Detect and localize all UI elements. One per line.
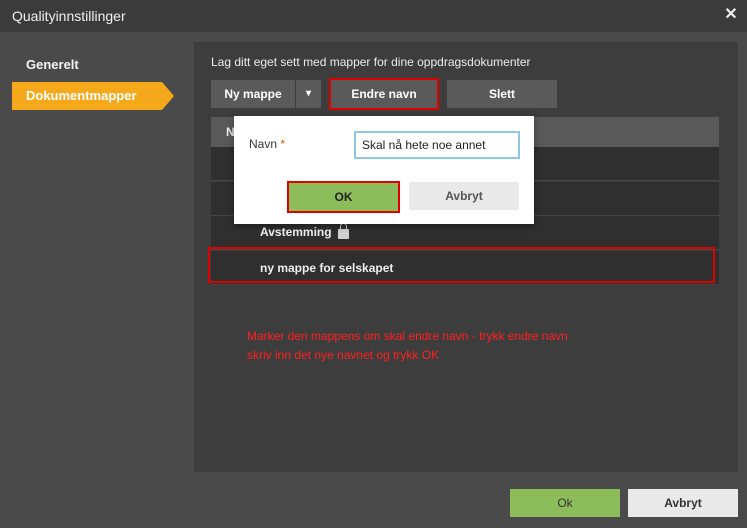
delete-button[interactable]: Slett [447,80,557,108]
footer-ok-button[interactable]: Ok [510,489,620,517]
lock-icon [338,223,349,239]
close-icon[interactable]: ✕ [722,6,740,24]
footer-cancel-button[interactable]: Avbryt [628,489,738,517]
annotation-line-2: skriv inn det nye navnet og trykk OK [247,348,440,362]
sidebar-item-generelt[interactable]: Generelt [12,51,162,79]
panel-description: Lag ditt eget sett med mapper for dine o… [211,55,531,69]
window-title: Qualityinnstillinger [12,8,126,24]
name-input[interactable] [354,131,520,159]
annotation-line-1: Marker den mappens om skal endre navn - … [247,329,568,343]
rename-button[interactable]: Endre navn [329,78,439,110]
name-label: Navn * [249,137,285,151]
new-folder-button[interactable]: Ny mappe [211,80,295,108]
sidebar-item-dokumentmapper[interactable]: Dokumentmapper [12,82,162,110]
chevron-down-icon[interactable]: ▾ [296,80,321,108]
required-mark: * [280,137,286,151]
active-arrow-icon [162,82,174,110]
row-label-avstemming: Avstemming [260,225,332,239]
name-label-text: Navn [249,137,278,151]
popup-cancel-button[interactable]: Avbryt [409,182,519,210]
selected-row-highlight [208,247,715,283]
popup-ok-button[interactable]: OK [287,181,400,213]
